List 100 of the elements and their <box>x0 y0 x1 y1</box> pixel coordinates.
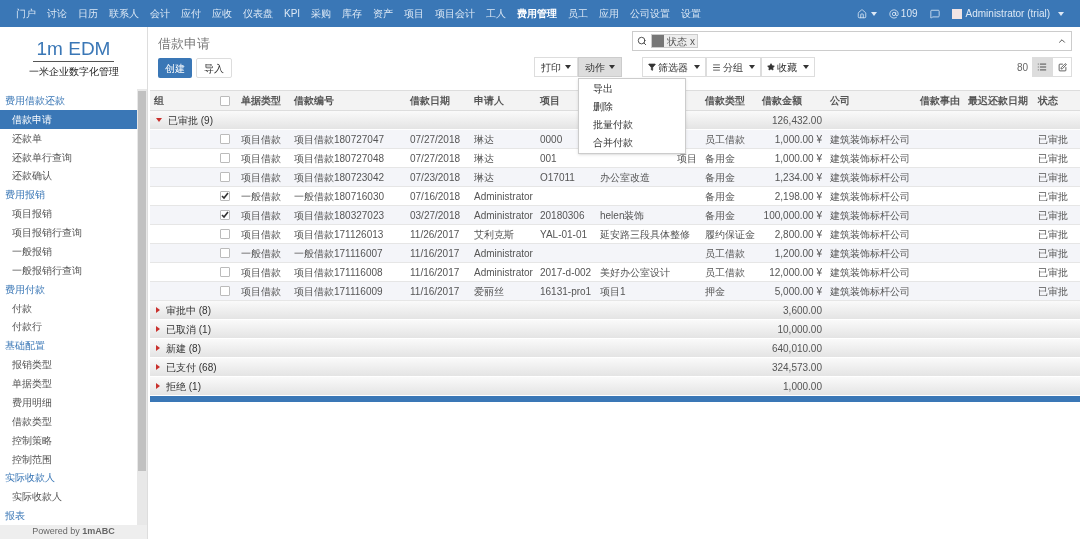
row-checkbox[interactable] <box>220 286 230 296</box>
group-total: 10,000.00 <box>777 322 822 337</box>
nav-item[interactable]: 资产 <box>373 6 394 21</box>
search-field[interactable]: 状态 x <box>632 31 1072 51</box>
toggle-icon[interactable] <box>1057 36 1067 46</box>
nav-item[interactable]: 库存 <box>342 6 363 21</box>
row-checkbox[interactable] <box>220 210 230 220</box>
notification-count[interactable]: 109 <box>900 6 918 21</box>
star-icon <box>767 63 775 71</box>
row-checkbox[interactable] <box>220 248 230 258</box>
pager[interactable]: 80 <box>1016 59 1028 75</box>
table-cell-text: 项目借款 <box>241 284 281 299</box>
caret-icon <box>609 65 615 69</box>
row-checkbox[interactable] <box>220 267 230 277</box>
sidebar-item[interactable]: 还款单 <box>0 128 137 148</box>
nav-item[interactable]: 员工 <box>568 6 589 21</box>
row-checkbox[interactable] <box>220 95 230 106</box>
nav-item[interactable]: 仪表盘 <box>243 6 273 21</box>
filters-button[interactable]: 筛选器 <box>642 57 706 77</box>
group-row[interactable]: 已支付 (68) 324,573.00 <box>150 358 1080 377</box>
nav-item[interactable]: 费用管理 <box>517 6 558 21</box>
sidebar-item[interactable]: 项目报销 <box>0 204 137 224</box>
row-checkbox[interactable] <box>220 191 230 201</box>
group-row[interactable]: 审批中 (8) 3,600.00 <box>150 301 1080 320</box>
create-button[interactable]: 创建 <box>158 58 192 78</box>
table-cell-text: 项目借款180727048 <box>294 151 385 166</box>
import-button[interactable]: 导入 <box>196 58 232 78</box>
group-row[interactable]: 拒绝 (1) 1,000.00 <box>150 377 1080 396</box>
table-cell-text: 已审批 <box>1038 170 1068 185</box>
table-cell-text: 2,800.00 ¥ <box>774 227 822 242</box>
nav-item[interactable]: 采购 <box>311 6 332 21</box>
column-header: 借款编号 <box>294 94 334 108</box>
user-menu[interactable]: Administrator (trial) <box>965 6 1050 21</box>
sidebar-item[interactable]: 还款确认 <box>0 166 137 186</box>
nav-item[interactable]: 日历 <box>78 6 98 21</box>
sidebar-item[interactable]: 单据类型 <box>0 374 137 393</box>
group-row[interactable]: 已取消 (1) 10,000.00 <box>150 320 1080 339</box>
sidebar-section-title: 报表 <box>5 509 25 524</box>
table-cell-text: 项目借款 <box>241 208 281 223</box>
row-checkbox[interactable] <box>220 229 230 239</box>
sidebar-item[interactable]: 控制策略 <box>0 430 137 450</box>
table-cell-text: 琳达 <box>474 132 494 147</box>
group-by-button[interactable]: 分组 <box>706 57 761 77</box>
column-header: 单据类型 <box>241 94 281 108</box>
row-checkbox[interactable] <box>220 172 230 182</box>
sidebar-item[interactable]: 报销类型 <box>0 355 137 375</box>
sidebar-item[interactable]: 还款单行查询 <box>0 147 137 167</box>
group-row[interactable]: 新建 (8) 640,010.00 <box>150 339 1080 358</box>
chat-icon[interactable] <box>929 8 940 19</box>
table-cell-text: 建筑装饰标杆公司 <box>830 151 910 166</box>
scrollbar[interactable] <box>137 89 147 525</box>
column-header: 组 <box>154 94 164 108</box>
sidebar-item[interactable]: 付款 <box>0 298 137 318</box>
table-cell-text: 已审批 <box>1038 189 1068 204</box>
actions-button[interactable]: 动作 <box>578 57 622 77</box>
filter-icon <box>648 63 656 71</box>
nav-item[interactable]: 门户 <box>16 6 36 21</box>
at-icon[interactable] <box>888 8 899 19</box>
menu-item[interactable]: 合并付款 <box>579 134 685 152</box>
nav-item[interactable]: 项目 <box>404 6 425 21</box>
table-cell-text: 项目借款 <box>241 265 281 280</box>
form-view-button[interactable] <box>1052 57 1072 77</box>
table-cell-text: 备用金 <box>705 151 735 166</box>
sidebar-item[interactable]: 项目报销行查询 <box>0 223 137 242</box>
row-checkbox[interactable] <box>220 134 230 144</box>
nav-item[interactable]: 讨论 <box>47 6 67 21</box>
table-cell-text: 建筑装饰标杆公司 <box>830 246 910 261</box>
sidebar-item[interactable]: 一般报销 <box>0 242 137 261</box>
sidebar-item[interactable]: 一般报销行查询 <box>0 260 137 280</box>
nav-item[interactable]: 应用 <box>599 6 620 21</box>
edit-icon <box>1057 62 1067 72</box>
nav-item[interactable]: 联系人 <box>109 6 139 21</box>
print-button[interactable]: 打印 <box>534 57 578 77</box>
list-view-button[interactable] <box>1032 57 1052 77</box>
home-icon[interactable] <box>856 8 877 19</box>
sidebar-item[interactable]: 费用明细 <box>0 393 137 412</box>
table-cell-text: 建筑装饰标杆公司 <box>830 227 910 242</box>
nav-item[interactable]: 设置 <box>681 6 702 21</box>
nav-item[interactable]: 公司设置 <box>630 6 671 21</box>
nav-item[interactable]: 应收 <box>212 6 232 21</box>
table-cell-text: 11/16/2017 <box>410 246 460 261</box>
table-cell-text: 20180306 <box>540 208 585 223</box>
logo-title: 1m EDM <box>32 37 115 62</box>
nav-item[interactable]: 工人 <box>486 6 507 21</box>
table-cell-text: 一般借款180716030 <box>294 189 385 204</box>
favorites-button[interactable]: 收藏 <box>761 57 815 77</box>
sidebar-item[interactable]: 借款类型 <box>0 411 137 431</box>
facet-remove[interactable]: x <box>690 33 697 49</box>
nav-item[interactable]: 项目会计 <box>435 6 476 21</box>
table-cell-text: O17011 <box>540 170 575 185</box>
sidebar-item[interactable]: 控制范围 <box>0 449 137 469</box>
sidebar-item[interactable]: 借款申请 <box>0 109 137 129</box>
nav-item[interactable]: KPI <box>284 6 301 21</box>
row-checkbox[interactable] <box>220 153 230 163</box>
nav-item[interactable]: 应付 <box>181 6 201 21</box>
table-cell-text: 已审批 <box>1038 265 1068 280</box>
menu-item[interactable]: 导出 <box>579 80 685 98</box>
sidebar-item[interactable]: 实际收款人 <box>0 487 137 507</box>
sidebar-item[interactable]: 付款行 <box>0 317 137 337</box>
nav-item[interactable]: 会计 <box>150 6 170 21</box>
